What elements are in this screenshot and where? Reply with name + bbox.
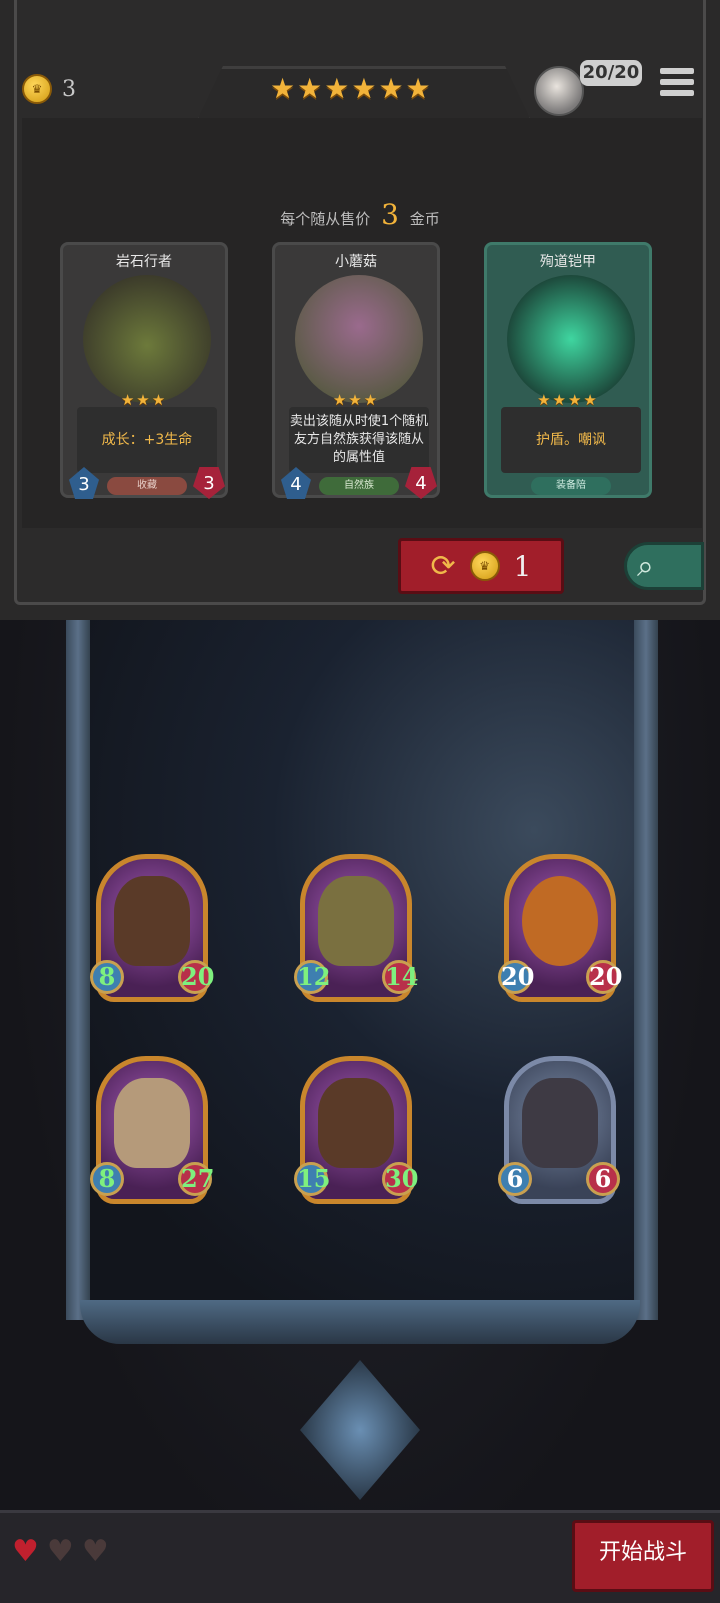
troop-count-bubble: 20/20 [580, 60, 642, 86]
card-tribe: 收藏 [107, 477, 187, 495]
eye-emblem [300, 1360, 420, 1500]
gold-coin-icon: ♛ [469, 551, 500, 581]
shop-panel: ♛ 3 ★ ★ ★ ★ ★ ★ 20/20 每个随从售价 3 金币 岩石行者 ★★★ 成长… [0, 0, 720, 620]
sell-price-line: 每个随从售价 3 金币 [0, 198, 720, 231]
card-description: 卖出该随从时使1个随机友方自然族获得该随从的属性值 [289, 407, 429, 473]
star-icon: ★ [324, 72, 350, 105]
star-icon: ★ [297, 72, 323, 105]
sell-price-prefix: 每个随从售价 [280, 210, 371, 228]
treant-minion-art [114, 1078, 190, 1168]
tiki-minion-art [318, 1078, 394, 1168]
minion-health: 20 [178, 960, 214, 994]
minion-2[interactable]: 12 14 [294, 848, 418, 1008]
card-tribe: 自然族 [319, 477, 399, 495]
minion-4[interactable]: 8 27 [90, 1050, 214, 1210]
card-name: 岩石行者 [116, 254, 172, 270]
minion-health: 20 [586, 960, 622, 994]
sell-price-suffix: 金币 [409, 210, 440, 228]
right-pillar [634, 620, 658, 1320]
card-name: 小蘑菇 [335, 254, 377, 270]
minion-health: 14 [382, 960, 418, 994]
minion-6[interactable]: 6 6 [498, 1050, 622, 1210]
heart-icon: ♥ [81, 1534, 109, 1569]
left-pillar [66, 620, 90, 1320]
gold-display: ♛ 3 [22, 74, 76, 104]
heart-icon: ♥ [12, 1534, 39, 1569]
minion-5[interactable]: 15 30 [294, 1050, 418, 1210]
card-name: 殉道铠甲 [540, 254, 596, 270]
shop-card-2[interactable]: 小蘑菇 ★★★ 卖出该随从时使1个随机友方自然族获得该随从的属性值 自然族 4 … [272, 242, 440, 499]
star-icon: ★ [378, 72, 404, 105]
minion-attack: 6 [498, 1162, 532, 1196]
card-tribe: 装备陪 [531, 477, 611, 495]
minion-health: 6 [586, 1162, 620, 1196]
tavern-stars: ★ ★ ★ ★ ★ ★ [270, 72, 431, 105]
frame-bottom [80, 1300, 640, 1344]
refresh-icon: ⟳ [430, 548, 456, 584]
menu-icon[interactable] [660, 66, 694, 100]
minion-attack: 8 [90, 1162, 124, 1196]
minion-attack: 12 [294, 960, 330, 994]
search-button[interactable]: ⌕ [624, 542, 704, 590]
scarecrow-minion-art [522, 1078, 598, 1168]
bandaged-minion-art [318, 876, 394, 966]
shop-card-1[interactable]: 岩石行者 ★★★ 成长：+3生命 收藏 3 3 [60, 242, 228, 499]
minion-health: 27 [178, 1162, 214, 1196]
shop-card-3[interactable]: 殉道铠甲 ★★★★ 护盾。嘲讽 装备陪 [484, 242, 652, 498]
star-icon: ★ [351, 72, 377, 105]
minion-1[interactable]: 8 20 [90, 848, 214, 1008]
little-mushroom-portrait [295, 275, 423, 403]
minion-3[interactable]: 20 20 [498, 848, 622, 1008]
search-icon: ⌕ [637, 548, 654, 584]
battle-board: 8 20 12 14 20 20 8 27 15 30 6 6 ♥ ♥ ♥ 开始战斗 [0, 620, 720, 1603]
gold-coin-icon: ♛ [22, 74, 52, 104]
pumpkin-minion-art [522, 876, 598, 966]
card-description: 成长：+3生命 [77, 407, 217, 473]
heart-icon: ♥ [46, 1534, 74, 1569]
tiki-minion-art [114, 876, 190, 966]
minion-health: 30 [382, 1162, 418, 1196]
star-icon: ★ [270, 72, 296, 105]
star-icon: ★ [405, 72, 431, 105]
card-description: 护盾。嘲讽 [501, 407, 641, 473]
refresh-cost: 1 [513, 549, 532, 583]
rock-walker-portrait [83, 275, 211, 403]
lives-display: ♥ ♥ ♥ [12, 1534, 109, 1569]
martyr-armor-portrait [507, 275, 635, 403]
minion-attack: 20 [498, 960, 534, 994]
refresh-button[interactable]: ⟳ ♛ 1 [398, 538, 564, 594]
gold-amount: 3 [62, 76, 76, 102]
sell-price-value: 3 [381, 198, 399, 231]
player-avatar[interactable] [534, 66, 584, 116]
minion-attack: 15 [294, 1162, 330, 1196]
minion-attack: 8 [90, 960, 124, 994]
start-battle-button[interactable]: 开始战斗 [572, 1520, 714, 1592]
